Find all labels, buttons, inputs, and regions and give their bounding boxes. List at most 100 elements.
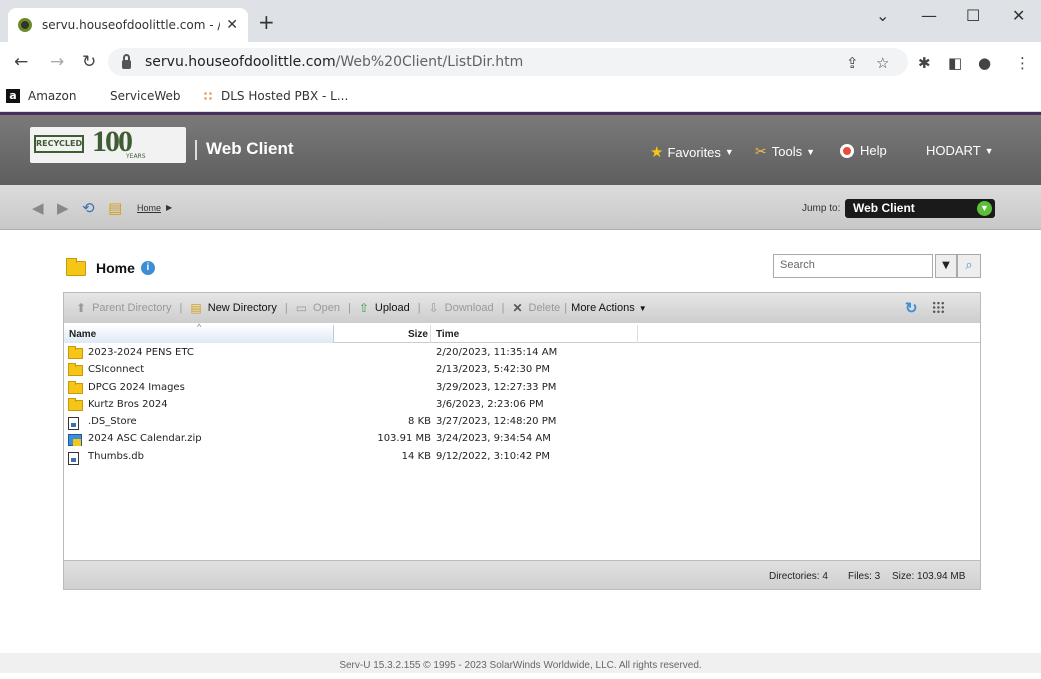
folder-icon (68, 363, 83, 377)
help-icon (840, 143, 854, 158)
tab-search-chevron-icon[interactable]: ⌄ (876, 6, 889, 25)
download-button[interactable]: ⇩ Download (429, 301, 494, 315)
star-icon: ★ (650, 144, 664, 161)
jump-to-select[interactable]: Web Client ▼ (845, 199, 995, 218)
bookmark-amazon[interactable]: a Amazon (6, 89, 77, 103)
parent-directory-button[interactable]: ⬆ Parent Directory (76, 301, 172, 315)
file-row[interactable]: .DS_Store 8 KB 3/27/2023, 12:48:20 PM (64, 414, 980, 431)
header-divider (195, 140, 197, 160)
extensions-icon[interactable]: ✱ (918, 54, 931, 72)
browser-menu-icon[interactable]: ⋮ (1015, 54, 1030, 72)
delete-button[interactable]: ✕ Delete (512, 301, 560, 315)
column-size[interactable]: Size (335, 325, 431, 343)
column-headers: Name ^ Size Time (64, 322, 980, 343)
side-panel-icon[interactable]: ◧ (948, 54, 962, 72)
file-time: 3/29/2023, 12:27:33 PM (436, 381, 557, 393)
recycled-badge: RECYCLED (34, 135, 84, 153)
file-row[interactable]: 2023-2024 PENS ETC 2/20/2023, 11:35:14 A… (64, 345, 980, 362)
dls-icon (203, 91, 213, 101)
go-icon[interactable]: ▼ (977, 201, 992, 216)
grid-view-icon[interactable] (932, 301, 945, 314)
jump-to-label: Jump to: (802, 203, 841, 214)
bookmark-serviceweb[interactable]: ServiceWeb (110, 89, 181, 103)
new-directory-button[interactable]: ▤ New Directory (190, 301, 276, 315)
minimize-icon[interactable]: — (921, 6, 937, 25)
upload-button[interactable]: ⇧ Upload (359, 301, 410, 315)
history-icon[interactable]: ⟲ (82, 199, 95, 217)
file-row[interactable]: Thumbs.db 14 KB 9/12/2022, 3:10:42 PM (64, 449, 980, 466)
user-menu[interactable]: HODART ▼ (926, 143, 994, 158)
new-tab-icon[interactable]: + (258, 12, 275, 32)
favorites-label: Favorites (667, 144, 721, 160)
window-close-icon[interactable]: ✕ (1012, 6, 1025, 25)
url-path: /Web%20Client/ListDir.htm (335, 54, 524, 70)
file-row[interactable]: Kurtz Bros 2024 3/6/2023, 2:23:06 PM (64, 397, 980, 414)
company-logo[interactable]: RECYCLED 100 YEARS (30, 125, 186, 163)
file-name[interactable]: 2023-2024 PENS ETC (88, 347, 194, 358)
search-input[interactable]: Search (773, 254, 933, 278)
file-name[interactable]: 2024 ASC Calendar.zip (88, 433, 202, 444)
app-header: RECYCLED 100 YEARS Web Client ★ Favorite… (0, 115, 1041, 185)
logo-years: YEARS (126, 153, 146, 160)
forward-arrow-icon[interactable]: ▶ (57, 199, 69, 217)
search-icon[interactable]: ⌕ (957, 254, 981, 278)
delete-label: Delete (528, 302, 561, 314)
help-menu[interactable]: Help (840, 143, 887, 158)
reload-icon[interactable]: ↻ (82, 52, 96, 72)
breadcrumb-arrow-icon: ▶ (166, 203, 173, 212)
share-icon[interactable]: ⇪ (846, 54, 859, 72)
address-bar[interactable]: servu.houseofdoolittle.com /Web%20Client… (108, 48, 908, 76)
file-size: 103.91 MB (377, 433, 431, 445)
column-time[interactable]: Time (432, 325, 638, 343)
download-label: Download (444, 302, 494, 314)
bookmarks-bar: a Amazon ServiceWeb DLS Hosted PBX - L..… (0, 82, 1041, 112)
lock-icon[interactable] (122, 53, 131, 69)
file-time: 3/6/2023, 2:23:06 PM (436, 398, 544, 410)
back-arrow-icon[interactable]: ◀ (32, 199, 44, 217)
bookmark-star-icon[interactable]: ☆ (876, 54, 889, 72)
chevron-down-icon: ▼ (638, 303, 647, 313)
folder-icon (68, 346, 83, 359)
file-name[interactable]: Thumbs.db (88, 451, 144, 462)
file-list: 2023-2024 PENS ETC 2/20/2023, 11:35:14 A… (64, 345, 980, 466)
file-icon (68, 451, 79, 465)
file-name[interactable]: DPCG 2024 Images (88, 382, 185, 393)
maximize-icon[interactable]: ☐ (966, 6, 980, 25)
profile-icon[interactable]: ● (978, 54, 991, 72)
directory-heading: Home i (66, 257, 155, 276)
bookmark-dls-pbx[interactable]: DLS Hosted PBX - L... (203, 89, 348, 103)
search-options-chevron-icon[interactable]: ▼ (935, 254, 957, 278)
download-icon: ⇩ (428, 301, 439, 315)
file-name[interactable]: .DS_Store (88, 416, 137, 427)
file-name[interactable]: CSIconnect (88, 364, 144, 375)
file-row[interactable]: 2024 ASC Calendar.zip 103.91 MB 3/24/202… (64, 431, 980, 448)
file-row[interactable]: DPCG 2024 Images 3/29/2023, 12:27:33 PM (64, 380, 980, 397)
more-actions-button[interactable]: More Actions ▼ (571, 302, 647, 314)
chevron-down-icon: ▼ (724, 147, 734, 157)
column-name[interactable]: Name ^ (64, 322, 334, 343)
folder-icon (68, 380, 83, 394)
open-button[interactable]: ▭ Open (296, 301, 340, 315)
file-row[interactable]: CSIconnect 2/13/2023, 5:42:30 PM (64, 362, 980, 379)
bookmark-label: Amazon (28, 89, 77, 103)
directories-count: Directories: 4 (769, 571, 828, 582)
breadcrumb-home[interactable]: Home (137, 203, 161, 213)
favorites-menu[interactable]: ★ Favorites ▼ (650, 143, 734, 161)
file-name[interactable]: Kurtz Bros 2024 (88, 399, 168, 410)
refresh-icon[interactable]: ↻ (905, 299, 918, 317)
folder-up-icon[interactable]: ▤ (108, 199, 122, 217)
site-favicon-icon (18, 18, 32, 32)
file-size: 14 KB (401, 450, 431, 462)
back-icon[interactable]: ← (14, 52, 28, 72)
browser-tab[interactable]: servu.houseofdoolittle.com - / ✕ (8, 8, 248, 42)
zip-icon (68, 434, 82, 447)
user-label: HODART (926, 143, 981, 158)
forward-icon[interactable]: → (50, 52, 64, 72)
jump-to-value: Web Client (853, 201, 915, 215)
info-icon[interactable]: i (140, 261, 155, 275)
close-tab-icon[interactable]: ✕ (226, 17, 238, 33)
folder-icon (66, 257, 86, 276)
upload-icon: ⇧ (358, 301, 369, 315)
tools-menu[interactable]: ✂ Tools ▼ (755, 143, 815, 160)
column-name-label: Name (69, 329, 97, 340)
